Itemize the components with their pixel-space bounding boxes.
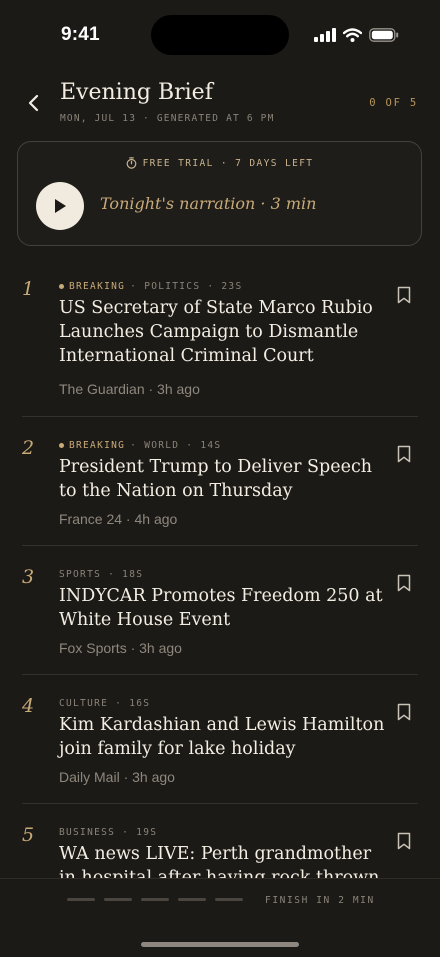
bookmark-icon[interactable] xyxy=(396,703,412,721)
dynamic-island xyxy=(151,15,289,55)
progress-segment xyxy=(104,898,132,901)
play-button[interactable] xyxy=(36,182,84,230)
story-headline[interactable]: President Trump to Deliver Speech to the… xyxy=(59,455,385,503)
header: Evening Brief MON, JUL 13 · GENERATED AT… xyxy=(0,78,440,130)
progress-segment xyxy=(141,898,169,901)
story-meta: SPORTS · 18S xyxy=(59,569,143,580)
bookmark-icon[interactable] xyxy=(396,832,412,850)
story-number: 2 xyxy=(22,437,35,459)
bookmark-icon[interactable] xyxy=(396,445,412,463)
story-meta: CULTURE · 16S xyxy=(59,698,150,709)
story-meta: BREAKING · POLITICS · 23S xyxy=(59,281,242,292)
story-category: · WORLD · 14S xyxy=(130,440,222,451)
story-number: 3 xyxy=(22,566,35,588)
trial-row: FREE TRIAL · 7 DAYS LEFT xyxy=(18,157,421,169)
story-headline[interactable]: US Secretary of State Marco Rubio Launch… xyxy=(59,296,385,368)
progress-count: 0 OF 5 xyxy=(369,97,418,109)
story-number: 1 xyxy=(22,278,35,300)
breaking-dot xyxy=(59,284,64,289)
bottom-bar: FINISH IN 2 MIN xyxy=(0,878,440,957)
bookmark-icon[interactable] xyxy=(396,574,412,592)
story-item[interactable]: 1 BREAKING · POLITICS · 23S US Secretary… xyxy=(22,258,418,417)
story-category: · POLITICS · 23S xyxy=(130,281,243,292)
story-item[interactable]: 4 CULTURE · 16S Kim Kardashian and Lewis… xyxy=(22,675,418,804)
breaking-label: BREAKING xyxy=(69,440,126,451)
story-item[interactable]: 2 BREAKING · WORLD · 14S President Trump… xyxy=(22,417,418,546)
story-source: Daily Mail · 3h ago xyxy=(59,769,175,785)
story-headline[interactable]: WA news LIVE: Perth grandmother in hospi… xyxy=(59,842,385,878)
breaking-label: BREAKING xyxy=(69,281,126,292)
back-button[interactable] xyxy=(22,92,44,114)
story-number: 5 xyxy=(22,824,35,846)
story-source: France 24 · 4h ago xyxy=(59,511,178,527)
timer-icon xyxy=(126,157,136,169)
home-indicator[interactable] xyxy=(141,942,299,947)
breaking-dot xyxy=(59,443,64,448)
narration-label: Tonight's narration · 3 min xyxy=(100,194,317,213)
wifi-icon xyxy=(343,28,362,42)
story-list: 1 BREAKING · POLITICS · 23S US Secretary… xyxy=(0,258,440,878)
progress-segment xyxy=(67,898,95,901)
story-item[interactable]: 3 SPORTS · 18S INDYCAR Promotes Freedom … xyxy=(22,546,418,675)
story-meta: BREAKING · WORLD · 14S xyxy=(59,440,221,451)
narration-card: FREE TRIAL · 7 DAYS LEFT Tonight's narra… xyxy=(17,141,422,246)
progress-segment xyxy=(215,898,243,901)
finish-label: FINISH IN 2 MIN xyxy=(265,895,375,906)
story-progress xyxy=(67,898,243,901)
story-headline[interactable]: INDYCAR Promotes Freedom 250 at White Ho… xyxy=(59,584,385,632)
trial-text: FREE TRIAL · 7 DAYS LEFT xyxy=(142,157,314,169)
story-item[interactable]: 5 BUSINESS · 19S WA news LIVE: Perth gra… xyxy=(22,804,418,878)
signal-icon xyxy=(314,28,336,42)
status-icons xyxy=(314,26,399,44)
story-source: Fox Sports · 3h ago xyxy=(59,640,182,656)
story-source: The Guardian · 3h ago xyxy=(59,381,200,397)
progress-segment xyxy=(178,898,206,901)
status-time: 9:41 xyxy=(61,24,100,45)
story-number: 4 xyxy=(22,695,35,717)
bookmark-icon[interactable] xyxy=(396,286,412,304)
play-icon xyxy=(55,199,66,213)
status-bar: 9:41 xyxy=(0,0,440,70)
story-category: CULTURE · 16S xyxy=(59,698,151,709)
story-meta: BUSINESS · 19S xyxy=(59,827,157,838)
battery-icon xyxy=(369,28,399,42)
page-title: Evening Brief xyxy=(60,80,213,105)
page-subtitle: MON, JUL 13 · GENERATED AT 6 PM xyxy=(60,113,275,124)
story-category: BUSINESS · 19S xyxy=(59,827,158,838)
story-category: SPORTS · 18S xyxy=(59,569,144,580)
story-headline[interactable]: Kim Kardashian and Lewis Hamilton join f… xyxy=(59,713,385,761)
chevron-left-icon xyxy=(28,94,39,112)
